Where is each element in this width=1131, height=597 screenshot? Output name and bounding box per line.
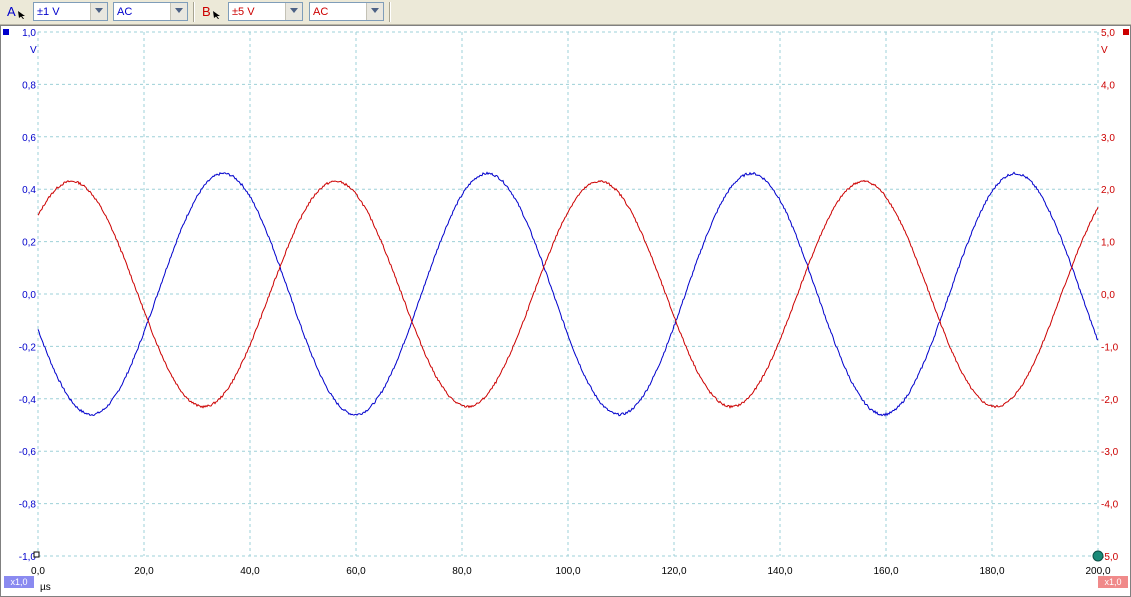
- oscilloscope-chart[interactable]: 1,0 0,8 0,6 0,4 0,2 0,0 -0,2 -0,4 -0,6 -0,8 -1,0 5…: [0, 0, 1131, 597]
- right-axis-tick-label: 0,0: [1101, 290, 1115, 301]
- right-axis-tick-label: -3,0: [1101, 447, 1119, 458]
- channel-a-zoom-badge[interactable]: x1,0: [4, 576, 34, 588]
- x-axis-tick-label: 180,0: [979, 566, 1004, 577]
- left-axis-ticks: 1,00,80,60,40,20,0-0,2-0,4-0,6-0,8-1,0: [19, 28, 37, 563]
- left-axis-tick-label: -0,4: [19, 395, 37, 406]
- left-axis-tick-label: 0,0: [22, 290, 36, 301]
- left-axis-tick-label: -0,2: [19, 342, 37, 353]
- grid: [37, 31, 1099, 557]
- right-axis-tick-label: 2,0: [1101, 185, 1115, 196]
- trigger-point-marker[interactable]: [1092, 550, 1104, 562]
- x-axis-tick-label: 40,0: [240, 566, 260, 577]
- right-axis-tick-label: -4,0: [1101, 500, 1119, 511]
- left-axis-tick-label: 0,4: [22, 185, 36, 196]
- left-axis-tick-label: 0,8: [22, 80, 36, 91]
- left-axis-tick-label: -0,6: [19, 447, 37, 458]
- left-axis-tick-label: 1,0: [22, 28, 36, 39]
- left-axis-tick-label: -0,8: [19, 500, 37, 511]
- channel-a-marker: [3, 29, 9, 35]
- x-axis-tick-label: 80,0: [452, 566, 472, 577]
- right-axis-tick-label: -5,0: [1101, 552, 1119, 563]
- right-axis-tick-label: 5,0: [1101, 28, 1115, 39]
- x-axis-tick-label: 160,0: [873, 566, 898, 577]
- x-axis-ticks: 0,0 20,0 40,0 60,0 80,0 100,0 120,0 140,0 160,0 1…: [31, 566, 1111, 577]
- left-axis-tick-label: 0,2: [22, 238, 36, 249]
- left-axis-unit: V: [30, 45, 37, 56]
- x-axis-tick-label: 60,0: [346, 566, 366, 577]
- right-axis-tick-label: -1,0: [1101, 342, 1119, 353]
- right-axis-tick-label: 1,0: [1101, 238, 1115, 249]
- channel-b-marker: [1123, 29, 1129, 35]
- right-axis-ticks: 5,0 4,0 3,0 2,0 1,0 0,0 -1,0 -2,0 -3,0 -4,0 -5,0: [1101, 28, 1119, 563]
- left-axis-tick-label: 0,6: [22, 133, 36, 144]
- x-axis-tick-label: 20,0: [134, 566, 154, 577]
- x-axis-tick-label: 120,0: [661, 566, 686, 577]
- right-axis-tick-label: 4,0: [1101, 80, 1115, 91]
- right-axis-tick-label: 3,0: [1101, 133, 1115, 144]
- x-axis-tick-label: 100,0: [555, 566, 580, 577]
- x-axis-tick-label: 140,0: [767, 566, 792, 577]
- right-axis-tick-label: -2,0: [1101, 395, 1119, 406]
- right-axis-unit: V: [1101, 45, 1108, 56]
- trigger-square-marker[interactable]: [33, 551, 40, 558]
- x-axis-unit: µs: [40, 582, 51, 593]
- channel-b-zoom-badge[interactable]: x1,0: [1098, 576, 1128, 588]
